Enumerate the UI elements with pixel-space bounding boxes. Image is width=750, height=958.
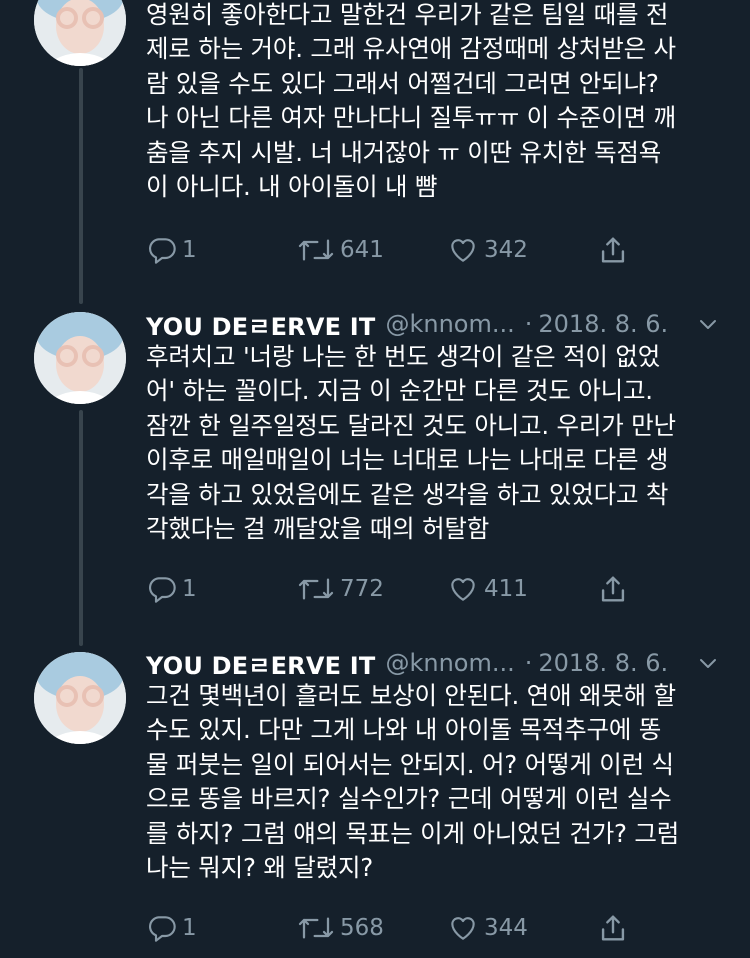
reply-button[interactable]: 1 (146, 569, 197, 609)
share-icon (601, 915, 625, 941)
share-button[interactable] (596, 569, 630, 609)
handle[interactable]: @knnom... (385, 649, 514, 677)
tweet-actions: 1 641 342 (146, 230, 646, 270)
avatar[interactable] (34, 652, 126, 744)
tweet-text: 그건 몇백년이 흘러도 보상이 안된다. 연애 왜못해 할 수도 있지. 다만 … (146, 681, 680, 883)
reply-icon (149, 238, 176, 264)
like-count: 342 (484, 237, 528, 263)
avatar[interactable] (34, 312, 126, 404)
avatar[interactable] (34, 0, 126, 66)
reply-count: 1 (182, 915, 197, 941)
thread-line (79, 68, 83, 304)
like-count: 344 (484, 915, 528, 941)
retweet-count: 772 (340, 576, 384, 602)
retweet-button[interactable]: 772 (296, 569, 384, 609)
share-icon (601, 576, 625, 602)
tweet-text: 영원히 좋아한다고 말한건 우리가 같은 팀일 때를 전 제로 하는 거야. 그… (146, 0, 676, 202)
chevron-down-icon[interactable] (696, 651, 720, 675)
tweet-date[interactable]: 2018. 8. 6. (538, 310, 668, 338)
retweet-button[interactable]: 641 (296, 230, 384, 270)
tweet-date[interactable]: 2018. 8. 6. (538, 649, 668, 677)
retweet-icon (298, 578, 334, 600)
chevron-down-icon[interactable] (696, 312, 720, 336)
reply-button[interactable]: 1 (146, 908, 197, 948)
like-button[interactable]: 344 (446, 908, 528, 948)
heart-icon (451, 239, 475, 262)
reply-count: 1 (182, 237, 197, 263)
like-button[interactable]: 411 (446, 569, 528, 609)
display-name[interactable]: YOU DEㄹERVE IT (146, 307, 375, 342)
retweet-button[interactable]: 568 (296, 908, 384, 948)
heart-icon (451, 578, 475, 601)
retweet-count: 568 (340, 915, 384, 941)
like-button[interactable]: 342 (446, 230, 528, 270)
reply-button[interactable]: 1 (146, 230, 197, 270)
tweet-header: YOU DEㄹERVE IT @knnom... · 2018. 8. 6. (146, 306, 726, 342)
share-icon (601, 237, 625, 263)
like-count: 411 (484, 576, 528, 602)
reply-icon (149, 577, 176, 603)
retweet-count: 641 (340, 237, 384, 263)
reply-icon (149, 916, 176, 942)
share-button[interactable] (596, 908, 630, 948)
tweet-header: YOU DEㄹERVE IT @knnom... · 2018. 8. 6. (146, 645, 726, 681)
tweet-actions: 1 772 411 (146, 569, 646, 609)
share-button[interactable] (596, 230, 630, 270)
handle[interactable]: @knnom... (385, 310, 514, 338)
thread-line (79, 410, 83, 646)
retweet-icon (298, 917, 334, 939)
retweet-icon (298, 239, 334, 261)
separator: · (524, 649, 533, 677)
heart-icon (451, 917, 475, 940)
tweet-text: 후려치고 '너랑 나는 한 번도 생각이 같은 적이 없었 어' 하는 꼴이다.… (146, 342, 676, 544)
separator: · (524, 310, 533, 338)
reply-count: 1 (182, 576, 197, 602)
tweet-actions: 1 568 344 (146, 908, 646, 948)
display-name[interactable]: YOU DEㄹERVE IT (146, 646, 375, 681)
